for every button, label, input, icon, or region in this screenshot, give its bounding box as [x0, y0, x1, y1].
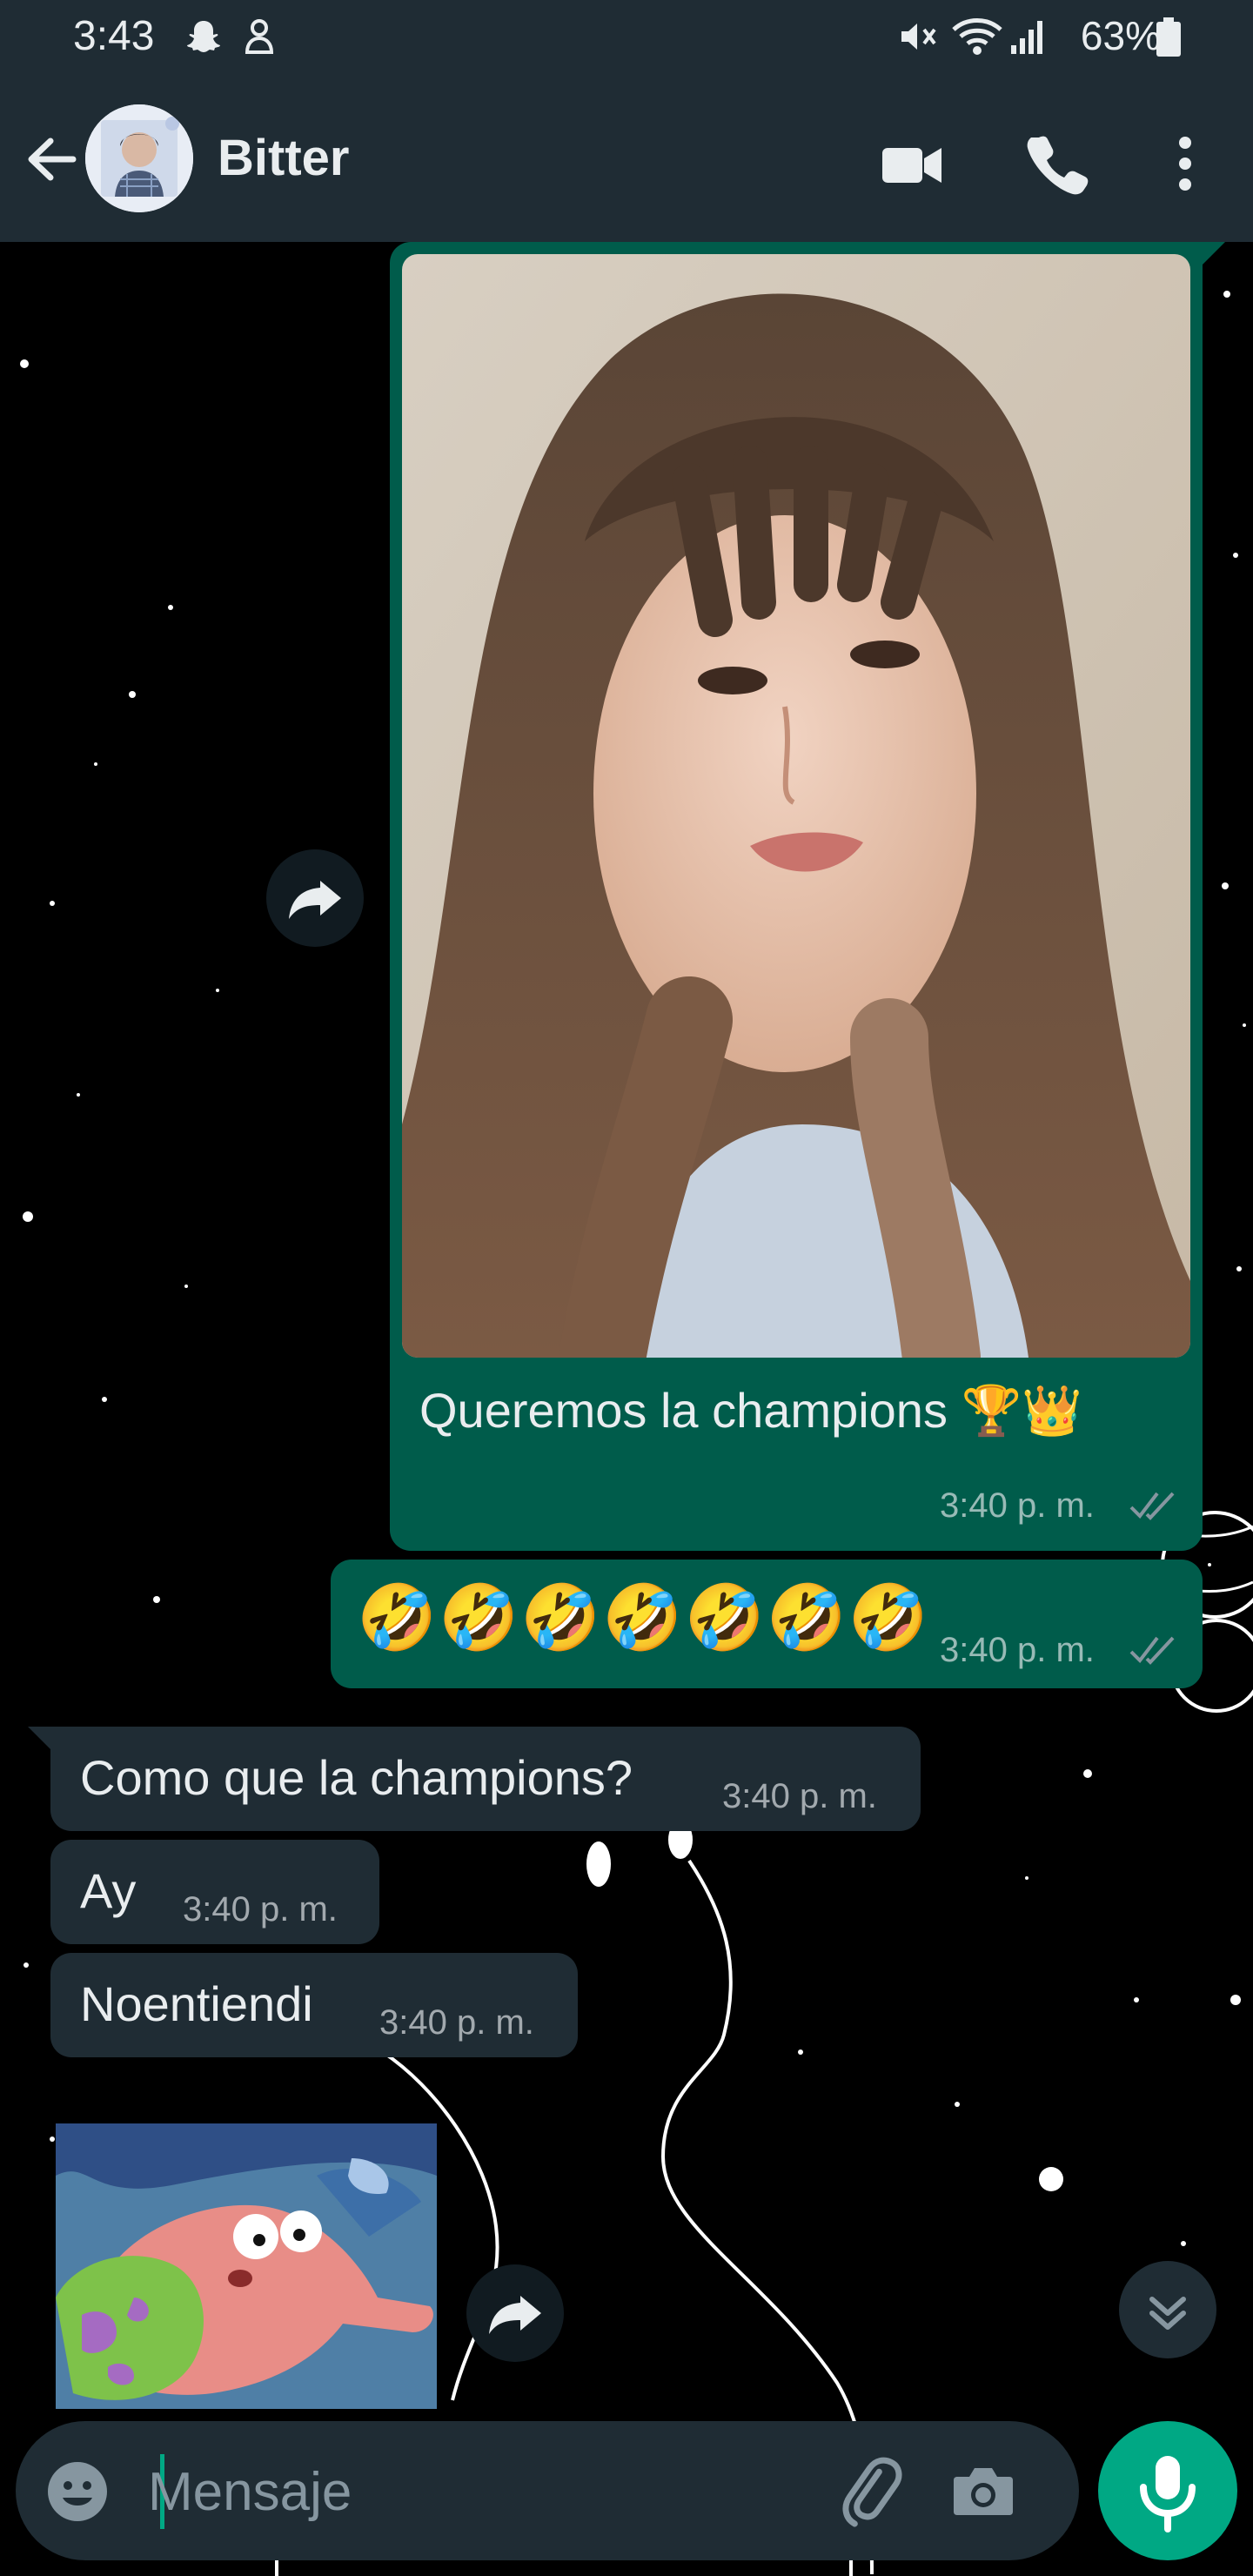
forward-icon [289, 881, 341, 919]
outgoing-text-message[interactable]: 🤣🤣🤣🤣🤣🤣🤣 3:40 p. m. [331, 1560, 1203, 1688]
battery-percent: 63% [1080, 13, 1161, 58]
battery-icon [1156, 17, 1181, 57]
shared-photo[interactable] [402, 254, 1190, 1358]
status-time: 3:43 [73, 13, 155, 59]
read-receipt-icon [1129, 1492, 1175, 1520]
pet-icon [245, 19, 274, 54]
message-time: 3:40 p. m. [940, 1486, 1095, 1525]
read-receipt-icon [1129, 1636, 1175, 1665]
message-time: 3:40 p. m. [722, 1777, 877, 1815]
image-caption: Queremos la champions 🏆👑 [419, 1383, 1082, 1438]
status-bar: 3:43 63% [0, 0, 1253, 77]
snapchat-icon [187, 21, 220, 52]
chat-area[interactable]: Queremos la champions 🏆👑 3:40 p. m. 🤣🤣🤣🤣… [0, 242, 1253, 2576]
message-time: 3:40 p. m. [379, 2003, 534, 2042]
contact-avatar[interactable] [85, 104, 193, 212]
back-arrow-icon[interactable] [21, 129, 82, 190]
chat-header: Bitter [0, 77, 1253, 242]
mute-icon [901, 23, 936, 50]
mic-icon [1140, 2456, 1196, 2532]
bubble-tail [1199, 242, 1225, 268]
forward-icon [489, 2296, 541, 2334]
incoming-sticker[interactable] [56, 2123, 437, 2409]
camera-icon[interactable] [948, 2456, 1018, 2526]
attach-icon[interactable] [835, 2454, 908, 2527]
outgoing-image-message[interactable]: Queremos la champions 🏆👑 3:40 p. m. [390, 242, 1225, 1551]
incoming-text-message[interactable]: Noentiendi 3:40 p. m. [50, 1953, 578, 2057]
forward-button[interactable] [266, 849, 364, 947]
message-text: 🤣🤣🤣🤣🤣🤣🤣 [357, 1581, 930, 1654]
scroll-to-bottom-button[interactable] [1119, 2261, 1216, 2358]
forward-button[interactable] [466, 2264, 564, 2362]
message-input[interactable] [146, 2447, 811, 2536]
patrick-sticker-image [56, 2123, 437, 2409]
message-time: 3:40 p. m. [940, 1631, 1095, 1669]
double-chevron-down-icon [1149, 2297, 1186, 2330]
message-time: 3:40 p. m. [183, 1890, 338, 1929]
bubble-tail [28, 1727, 54, 1753]
emoji-icon[interactable] [45, 2459, 110, 2524]
incoming-text-message[interactable]: Como que la champions? 3:40 p. m. [28, 1727, 921, 1831]
voice-call-icon[interactable] [1023, 129, 1093, 198]
message-text: Ay [80, 1863, 137, 1918]
message-text: Noentiendi [80, 1976, 313, 2031]
signal-icon [1011, 21, 1042, 54]
contact-name[interactable]: Bitter [218, 129, 349, 187]
video-call-icon[interactable] [877, 129, 947, 198]
message-composer [16, 2421, 1079, 2560]
voice-message-button[interactable] [1098, 2421, 1237, 2560]
message-text: Como que la champions? [80, 1750, 633, 1805]
incoming-text-message[interactable]: Ay 3:40 p. m. [50, 1840, 379, 1944]
more-options-icon[interactable] [1150, 129, 1220, 198]
wifi-icon [952, 18, 1002, 55]
